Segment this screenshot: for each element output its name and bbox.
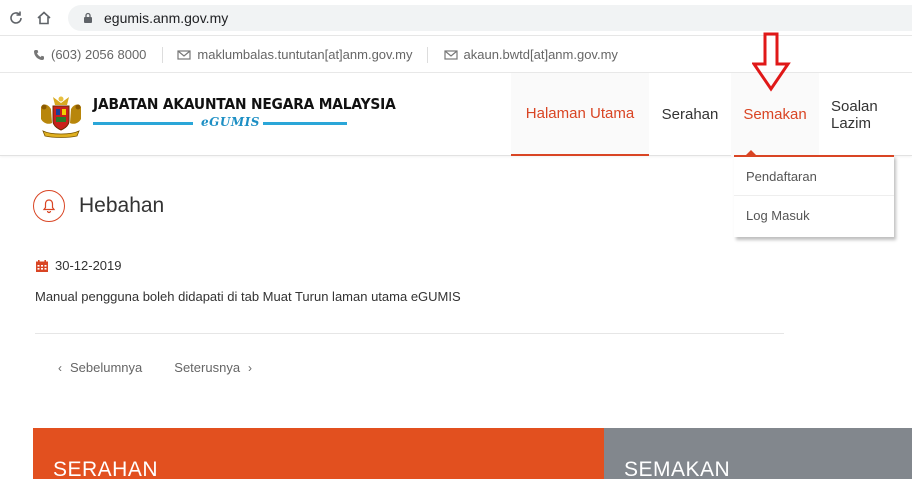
email-text: maklumbalas.tuntutan[at]anm.gov.my <box>197 47 413 62</box>
calendar-icon <box>36 259 48 272</box>
post-pagination: ‹ Sebelumnya Seterusnya › <box>58 360 252 375</box>
content-divider <box>35 333 784 334</box>
page-title: Hebahan <box>79 194 165 217</box>
chevron-left-icon: ‹ <box>58 360 62 375</box>
url-text: egumis.anm.gov.my <box>104 10 229 26</box>
next-post-link[interactable]: Seterusnya › <box>174 360 252 375</box>
panel-title: SEMAKAN <box>624 458 731 479</box>
post-date: 30-12-2019 <box>35 258 122 273</box>
menu-item-halaman-utama[interactable]: Halaman Utama <box>511 73 649 156</box>
dropdown-item-log-masuk[interactable]: Log Masuk <box>734 196 894 235</box>
contact-email-2[interactable]: akaun.bwtd[at]anm.gov.my <box>443 37 618 72</box>
bell-icon <box>33 190 65 222</box>
menu-item-soalan-lazim[interactable]: Soalan Lazim <box>819 73 912 156</box>
coat-of-arms-icon <box>41 96 81 138</box>
serahan-panel[interactable]: SERAHAN <box>33 428 604 479</box>
home-icon[interactable] <box>34 8 54 28</box>
logo-subtitle-text: eGUMIS <box>201 115 260 129</box>
lock-icon <box>84 12 92 23</box>
chevron-right-icon: › <box>248 360 253 375</box>
address-bar[interactable]: egumis.anm.gov.my <box>68 5 912 31</box>
annotation-arrow-icon <box>752 32 791 92</box>
site-logo[interactable]: JABATAN AKAUNTAN NEGARA MALAYSIA eGUMIS <box>33 93 396 139</box>
menu-item-serahan[interactable]: Serahan <box>649 73 731 156</box>
logo-subtitle: eGUMIS <box>93 115 347 129</box>
date-text: 30-12-2019 <box>55 258 122 273</box>
browser-toolbar: egumis.anm.gov.my <box>0 0 912 36</box>
email-text: akaun.bwtd[at]anm.gov.my <box>463 47 618 62</box>
contact-email-1[interactable]: maklumbalas.tuntutan[at]anm.gov.my <box>177 37 413 72</box>
phone-text: (603) 2056 8000 <box>51 47 147 62</box>
divider <box>162 46 164 63</box>
envelope-icon <box>177 49 192 60</box>
semakan-panel[interactable]: SEMAKAN <box>604 428 912 479</box>
phone-icon <box>34 49 44 60</box>
semakan-dropdown: Pendaftaran Log Masuk <box>734 155 894 237</box>
logo-title: JABATAN AKAUNTAN NEGARA MALAYSIA <box>93 95 396 113</box>
announcement-body: Manual pengguna boleh didapati di tab Mu… <box>35 289 461 304</box>
divider <box>426 46 428 63</box>
announcement-header: Hebahan <box>33 190 164 222</box>
panel-title: SERAHAN <box>53 458 159 479</box>
reload-icon[interactable] <box>6 8 26 28</box>
main-menu: Halaman Utama Serahan Semakan Soalan Laz… <box>511 73 912 156</box>
contact-phone: (603) 2056 8000 <box>33 37 146 72</box>
dropdown-item-pendaftaran[interactable]: Pendaftaran <box>734 157 894 196</box>
previous-post-link[interactable]: ‹ Sebelumnya <box>58 360 142 375</box>
envelope-icon <box>443 49 458 60</box>
